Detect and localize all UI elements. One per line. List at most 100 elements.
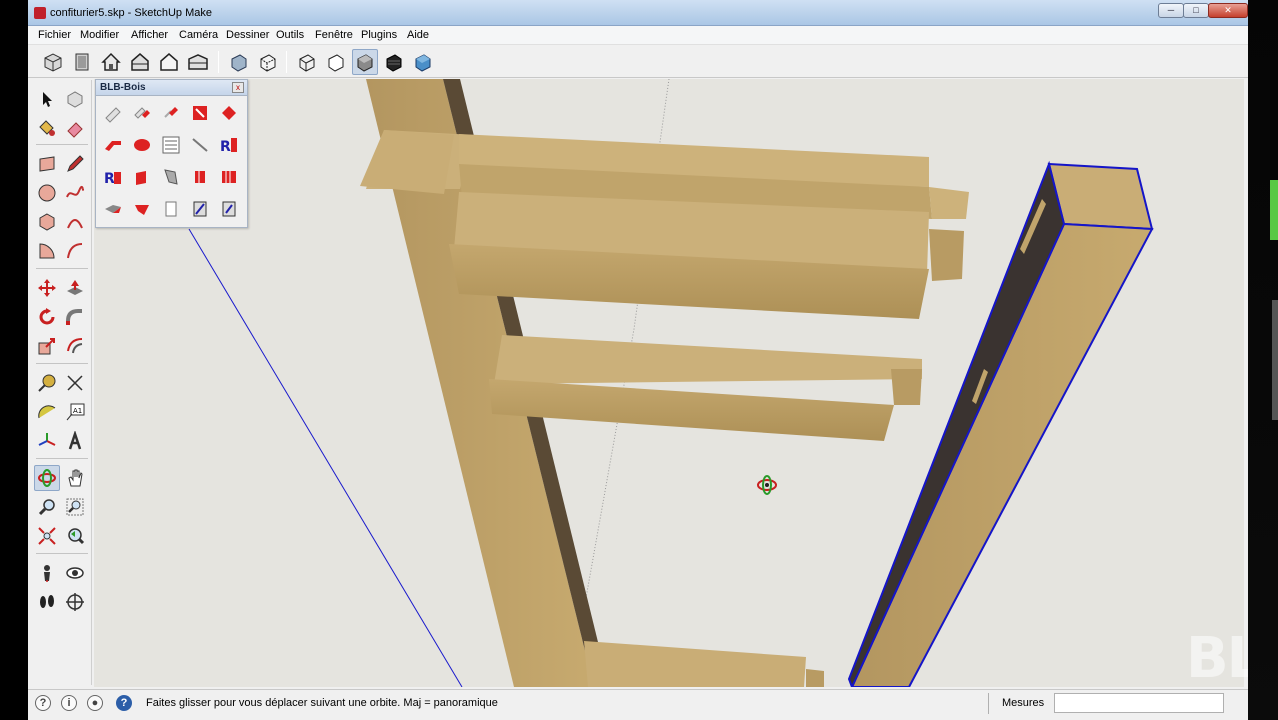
tenon-icon[interactable] [216,100,242,126]
menu-fenetre[interactable]: Fenêtre [315,29,353,41]
upper-rail-front-tenon [929,229,964,281]
zoom-icon[interactable] [34,494,60,520]
drill-icon[interactable] [158,100,184,126]
measurements-input[interactable] [1054,693,1224,713]
back-view-icon[interactable] [156,49,182,75]
orbit-icon[interactable] [34,465,60,491]
pie-icon[interactable] [34,238,60,264]
lower-rail-tenon [806,669,824,687]
blb-watermark-logo: BLB [1186,626,1248,691]
hidden-line-icon[interactable] [323,49,349,75]
arc-2pt-icon[interactable] [62,238,88,264]
xray-icon[interactable] [226,49,252,75]
paint-bucket-icon[interactable] [34,115,60,141]
top-view-icon[interactable] [69,49,95,75]
iso-view-icon[interactable] [40,49,66,75]
miter-icon[interactable] [100,132,126,158]
block-icon[interactable] [129,164,155,190]
menu-outils[interactable]: Outils [276,29,304,41]
tape-measure-icon[interactable] [34,370,60,396]
text-icon[interactable]: A1 [62,399,88,425]
previous-view-icon[interactable] [62,523,88,549]
menu-camera[interactable]: Caméra [179,29,218,41]
3d-text-icon[interactable] [62,428,88,454]
rectangle-icon[interactable] [34,151,60,177]
3d-model-view[interactable] [94,79,1244,687]
status-message: Faites glisser pour vous déplacer suivan… [146,697,498,709]
blb-panel-close-button[interactable]: x [232,82,244,93]
wireframe-icon[interactable] [294,49,320,75]
look-around-icon[interactable] [62,560,88,586]
axes-icon[interactable] [34,428,60,454]
eraser-icon[interactable] [62,115,88,141]
credits-icon[interactable]: i [61,695,77,711]
panel-icon[interactable] [158,196,184,222]
rod-icon[interactable] [100,100,126,126]
freehand-icon[interactable] [62,180,88,206]
zoom-window-icon[interactable] [62,494,88,520]
back-edges-icon[interactable] [255,49,281,75]
main-tools-palette: A1 [32,80,92,685]
profile-r-icon[interactable]: R [100,164,126,190]
blb-panel-header[interactable]: BLB-Bois x [96,80,247,96]
component-icon[interactable] [62,86,88,112]
list-icon[interactable] [158,132,184,158]
menu-modifier[interactable]: Modifier [80,29,119,41]
protractor-icon[interactable] [34,399,60,425]
user-account-icon[interactable]: ● [87,695,103,711]
chamfer-icon[interactable] [129,196,155,222]
menu-plugins[interactable]: Plugins [361,29,397,41]
arc-icon[interactable] [62,209,88,235]
circle-icon[interactable] [34,180,60,206]
right-post-top [1047,162,1154,231]
line-icon[interactable] [187,132,213,158]
board-icon[interactable] [158,164,184,190]
polygon-icon[interactable] [34,209,60,235]
minimize-button[interactable]: ─ [1158,3,1184,18]
section-plane-icon[interactable] [62,589,88,615]
shaded-textures-icon[interactable] [381,49,407,75]
blb-panel-title: BLB-Bois [100,82,146,93]
menu-dessiner[interactable]: Dessiner [226,29,269,41]
groove-icon[interactable] [216,196,242,222]
slot-icon[interactable] [187,196,213,222]
round-piece-icon[interactable] [129,132,155,158]
scale-icon[interactable] [34,333,60,359]
geo-location-icon[interactable]: ? [35,695,51,711]
mortise-icon[interactable] [187,100,213,126]
left-view-icon[interactable] [185,49,211,75]
svg-text:R: R [104,171,115,187]
clamp-icon[interactable] [216,164,242,190]
maximize-button[interactable]: □ [1183,3,1209,18]
right-view-icon[interactable] [127,49,153,75]
notch-icon[interactable] [100,196,126,222]
walk-icon[interactable] [34,589,60,615]
zoom-extents-icon[interactable] [34,523,60,549]
middle-rail-face [489,379,894,441]
left-post-top [360,130,454,194]
shaded-icon[interactable] [352,49,378,75]
monochrome-icon[interactable] [410,49,436,75]
cut-rod-icon[interactable] [129,100,155,126]
menu-afficher[interactable]: Afficher [131,29,168,41]
help-icon[interactable]: ? [116,695,132,711]
push-pull-icon[interactable] [62,275,88,301]
move-icon[interactable] [34,275,60,301]
joint-icon[interactable] [187,164,213,190]
pan-icon[interactable] [62,465,88,491]
front-view-icon[interactable] [98,49,124,75]
position-camera-icon[interactable] [34,560,60,586]
rename-icon[interactable]: R [216,132,242,158]
close-button[interactable]: ✕ [1208,3,1248,18]
pencil-icon[interactable] [62,151,88,177]
middle-rail-tenon [891,369,922,405]
follow-me-icon[interactable] [62,304,88,330]
menu-aide[interactable]: Aide [407,29,429,41]
select-icon[interactable] [34,86,60,112]
window-title: confiturier5.skp - SketchUp Make [50,7,213,19]
offset-icon[interactable] [62,333,88,359]
menu-fichier[interactable]: Fichier [38,29,71,41]
drawing-viewport[interactable] [94,79,1244,687]
dimension-icon[interactable] [62,370,88,396]
rotate-icon[interactable] [34,304,60,330]
